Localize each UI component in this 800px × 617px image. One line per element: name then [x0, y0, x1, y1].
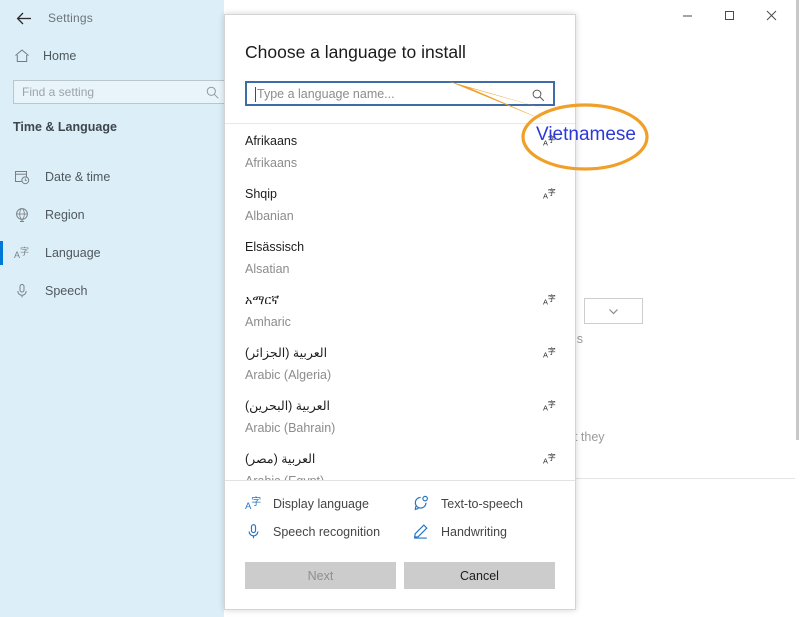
next-button[interactable]: Next: [245, 562, 396, 589]
language-english-name: Arabic (Bahrain): [245, 421, 336, 436]
sidebar-item-date-time-label: Date & time: [45, 170, 111, 184]
sidebar-item-speech-label: Speech: [45, 284, 88, 298]
sidebar-nav: Date & time Region A 字 Language Speech: [0, 158, 224, 310]
vertical-scrollbar[interactable]: [795, 0, 800, 617]
chevron-down-icon: [609, 308, 618, 314]
choose-language-dialog: Choose a language to install Type a lang…: [224, 14, 576, 610]
svg-text:字: 字: [548, 452, 556, 462]
list-item[interactable]: العربية (البحرين) Arabic (Bahrain) A 字: [225, 389, 575, 442]
screen: his at they: [0, 0, 800, 617]
language-native-name: አማርኛ: [245, 293, 280, 308]
sidebar-section-title: Time & Language: [13, 120, 117, 134]
legend-handwriting: Handwriting: [413, 523, 555, 540]
text-to-speech-icon: [413, 495, 430, 512]
language-english-name: Arabic (Egypt): [245, 473, 555, 480]
sidebar-item-language-label: Language: [45, 246, 101, 260]
list-item[interactable]: Shqip Albanian A 字: [225, 177, 575, 230]
handwriting-icon: [413, 523, 430, 540]
legend-handwriting-label: Handwriting: [441, 524, 508, 539]
search-icon[interactable]: [205, 85, 220, 100]
language-list[interactable]: Afrikaans Afrikaans A 字 Shqip Albanian A…: [225, 123, 575, 480]
language-feature-icons: A 字: [543, 452, 557, 466]
dialog-title: Choose a language to install: [245, 42, 466, 62]
text-caret: [255, 87, 256, 102]
language-native-name: العربية (الجزائر): [245, 346, 328, 361]
language-english-name: Afrikaans: [245, 156, 298, 171]
display-language-icon: A 字: [543, 187, 556, 200]
maximize-button[interactable]: [708, 0, 750, 30]
legend-text-to-speech: Text-to-speech: [413, 495, 555, 512]
cancel-button[interactable]: Cancel: [404, 562, 555, 589]
display-language-icon: A 字: [543, 452, 556, 465]
dialog-actions: Next Cancel: [225, 542, 575, 609]
legend-display-language-label: Display language: [273, 496, 369, 511]
calendar-clock-icon: [14, 169, 30, 185]
sidebar-item-language[interactable]: A 字 Language: [0, 234, 224, 272]
legend-display-language: A 字 Display language: [245, 495, 413, 512]
display-language-icon: A 字: [543, 346, 556, 359]
legend-text-to-speech-label: Text-to-speech: [441, 496, 523, 511]
scrollbar-thumb[interactable]: [796, 0, 799, 440]
legend-speech-recognition-label: Speech recognition: [273, 524, 381, 539]
sidebar-item-date-time[interactable]: Date & time: [0, 158, 224, 196]
close-button[interactable]: [750, 0, 792, 30]
language-native-name: العربية (مصر): [245, 452, 316, 467]
language-english-name: Albanian: [245, 209, 294, 224]
minimize-button[interactable]: [666, 0, 708, 30]
microphone-icon: [245, 523, 262, 540]
globe-icon: [14, 207, 30, 223]
microphone-icon: [14, 283, 30, 299]
app-title: Settings: [48, 11, 93, 25]
language-feature-icons: A 字: [543, 346, 557, 360]
language-english-name: Amharic: [245, 315, 291, 330]
svg-text:字: 字: [20, 246, 29, 258]
svg-text:字: 字: [548, 187, 556, 197]
svg-text:字: 字: [548, 346, 556, 356]
list-item[interactable]: العربية (الجزائر) Arabic (Algeria) A 字: [225, 336, 575, 389]
list-item[interactable]: العربية (مصر) Arabic (Egypt) A 字: [225, 442, 575, 480]
find-a-setting-placeholder: Find a setting: [22, 85, 95, 99]
legend-speech-recognition: Speech recognition: [245, 523, 413, 540]
background-dropdown[interactable]: [584, 298, 643, 324]
annotation-label: Vietnamese: [536, 124, 636, 145]
svg-text:字: 字: [251, 495, 261, 508]
sidebar-item-region-label: Region: [45, 208, 85, 222]
display-language-icon: A 字: [245, 495, 262, 512]
language-native-name: Shqip: [245, 187, 277, 202]
language-search-placeholder: Type a language name...: [257, 86, 395, 101]
sidebar-item-home-label: Home: [43, 49, 77, 63]
sidebar-item-region[interactable]: Region: [0, 196, 224, 234]
language-feature-icons: A 字: [543, 293, 557, 307]
sidebar-item-home[interactable]: Home: [0, 44, 224, 68]
svg-text:字: 字: [548, 399, 556, 409]
list-item[interactable]: አማርኛ Amharic A 字: [225, 283, 575, 336]
language-native-name: Afrikaans: [245, 134, 298, 149]
display-language-icon: A 字: [14, 245, 30, 261]
list-item[interactable]: Afrikaans Afrikaans A 字: [225, 124, 575, 177]
search-icon[interactable]: [531, 88, 546, 103]
sidebar-titlebar: Settings: [0, 0, 224, 40]
language-search-input[interactable]: Type a language name...: [245, 81, 555, 107]
sidebar-item-speech[interactable]: Speech: [0, 272, 224, 310]
feature-legend: A 字 Display language Text-to-speech Spee…: [225, 481, 575, 542]
list-item[interactable]: Elsässisch Alsatian: [225, 230, 575, 283]
language-english-name: Alsatian: [245, 262, 290, 277]
home-icon: [14, 48, 30, 64]
back-arrow-icon[interactable]: [10, 4, 38, 32]
language-native-name: Elsässisch: [245, 240, 305, 255]
find-a-setting-field[interactable]: Find a setting: [13, 80, 227, 104]
window-controls: [666, 0, 792, 30]
settings-sidebar: Settings Home Find a setting Time & Lang…: [0, 0, 227, 617]
display-language-icon: A 字: [543, 293, 556, 306]
language-feature-icons: A 字: [543, 399, 557, 413]
language-english-name: Arabic (Algeria): [245, 368, 332, 383]
language-native-name: العربية (البحرين): [245, 399, 330, 414]
svg-text:字: 字: [548, 293, 556, 303]
display-language-icon: A 字: [543, 399, 556, 412]
language-feature-icons: A 字: [543, 187, 557, 201]
